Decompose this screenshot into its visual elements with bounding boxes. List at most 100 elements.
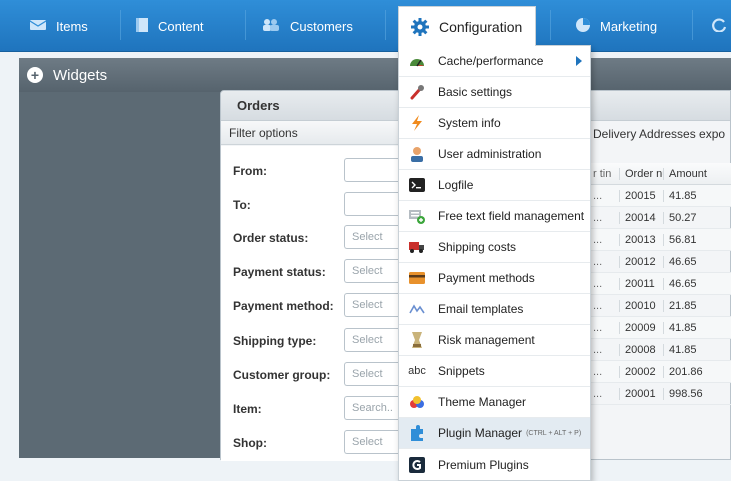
cell: ... bbox=[593, 189, 603, 202]
delivery-addresses-export-tab[interactable]: Delivery Addresses expo bbox=[591, 124, 731, 144]
menu-item-plugin-manager[interactable]: Plugin Manager (CTRL + ALT + P) bbox=[399, 418, 590, 449]
menu-item-label: Basic settings bbox=[438, 85, 513, 99]
text-field-icon bbox=[409, 208, 425, 224]
menu-item-system-info[interactable]: System info bbox=[399, 108, 590, 139]
nav-more[interactable] bbox=[712, 0, 727, 52]
menu-item-label: Shipping costs bbox=[438, 240, 517, 254]
filter-panel: From: To: Order status: Select Payment s… bbox=[221, 146, 399, 461]
menu-item-label: Logfile bbox=[438, 178, 474, 192]
amount-cell: 46.65 bbox=[663, 255, 713, 268]
nav-divider bbox=[120, 10, 121, 40]
order-status-select[interactable]: Select bbox=[344, 225, 399, 249]
table-row[interactable]: ... 20001 998.56 bbox=[591, 383, 731, 405]
order-number-cell: 20009 bbox=[619, 321, 663, 334]
menu-item-label: Theme Manager bbox=[438, 395, 527, 409]
menu-item-free-text-field-management[interactable]: Free text field management bbox=[399, 201, 590, 232]
menu-item-theme-manager[interactable]: Theme Manager bbox=[399, 387, 590, 418]
plus-icon[interactable]: + bbox=[27, 67, 43, 83]
menu-item-user-administration[interactable]: User administration bbox=[399, 139, 590, 170]
lightning-icon bbox=[409, 115, 425, 131]
table-row[interactable]: ... 20011 46.65 bbox=[591, 273, 731, 295]
order-number-cell: 20008 bbox=[619, 343, 663, 356]
menu-item-logfile[interactable]: Logfile bbox=[399, 170, 590, 201]
menu-item-label: Free text field management bbox=[438, 209, 585, 223]
order-number-cell: 20012 bbox=[619, 255, 663, 268]
menu-item-label: Payment methods bbox=[438, 271, 535, 285]
cell: ... bbox=[593, 211, 603, 224]
filter-options-header[interactable]: Filter options bbox=[221, 121, 399, 145]
order-number-cell: 20010 bbox=[619, 299, 663, 312]
refresh-icon bbox=[712, 17, 727, 35]
filter-label-shipping-type: Shipping type: bbox=[233, 334, 317, 348]
shop-select[interactable]: Select bbox=[344, 430, 399, 454]
to-date-input[interactable] bbox=[344, 192, 399, 216]
menu-item-shipping-costs[interactable]: Shipping costs bbox=[399, 232, 590, 263]
amount-cell: 56.81 bbox=[663, 233, 713, 246]
content-icon bbox=[136, 17, 148, 35]
from-date-input[interactable] bbox=[344, 158, 399, 182]
wrench-icon bbox=[409, 84, 425, 100]
nav-configuration-label: Configuration bbox=[439, 18, 523, 35]
menu-item-cache-performance[interactable]: Cache/performance bbox=[399, 46, 590, 77]
widgets-bar[interactable]: + Widgets bbox=[19, 58, 731, 92]
order-number-cell: 20014 bbox=[619, 211, 663, 224]
order-number-cell: 20015 bbox=[619, 189, 663, 202]
cell: ... bbox=[593, 321, 603, 334]
terminal-icon bbox=[409, 177, 425, 193]
configuration-menu: Cache/performance Basic settings System … bbox=[398, 45, 591, 481]
menu-item-email-templates[interactable]: Email templates bbox=[399, 294, 590, 325]
column-header[interactable]: r tin bbox=[591, 168, 619, 180]
payment-status-select[interactable]: Select bbox=[344, 259, 399, 283]
shipping-type-select[interactable]: Select bbox=[344, 328, 399, 352]
nav-content[interactable]: Content bbox=[136, 0, 204, 52]
column-header-order-number[interactable]: Order nu bbox=[619, 167, 663, 180]
item-search-input[interactable]: Search.. bbox=[344, 396, 399, 420]
orders-table: r tin Order nu Amount ...2001541.85 ...2… bbox=[591, 163, 731, 405]
table-row[interactable]: ... 20014 50.27 bbox=[591, 207, 731, 229]
filter-label-item: Item: bbox=[233, 402, 262, 416]
cell: ... bbox=[593, 343, 603, 356]
table-row[interactable]: ... 20013 56.81 bbox=[591, 229, 731, 251]
table-row[interactable]: ... 20010 21.85 bbox=[591, 295, 731, 317]
email-template-icon bbox=[409, 301, 425, 317]
nav-content-label: Content bbox=[158, 18, 204, 34]
menu-item-label: Premium Plugins bbox=[438, 457, 529, 472]
amount-cell: 998.56 bbox=[663, 387, 713, 400]
table-row[interactable]: ... 20015 41.85 bbox=[591, 185, 731, 207]
menu-item-premium-plugins[interactable]: Premium Plugins bbox=[399, 449, 590, 480]
customer-group-select[interactable]: Select bbox=[344, 362, 399, 386]
nav-divider bbox=[692, 10, 693, 40]
menu-item-payment-methods[interactable]: Payment methods bbox=[399, 263, 590, 294]
table-row[interactable]: ... 20008 41.85 bbox=[591, 339, 731, 361]
table-row[interactable]: ... 20012 46.65 bbox=[591, 251, 731, 273]
order-number-cell: 20011 bbox=[619, 277, 663, 290]
customers-icon bbox=[262, 18, 280, 34]
filter-label-customer-group: Customer group: bbox=[233, 368, 331, 382]
menu-item-risk-management[interactable]: Risk management bbox=[399, 325, 590, 356]
filter-label-from: From: bbox=[233, 164, 267, 178]
nav-items[interactable]: Items bbox=[29, 0, 88, 52]
nav-divider bbox=[385, 10, 386, 40]
table-row[interactable]: ... 20002 201.86 bbox=[591, 361, 731, 383]
speedometer-icon bbox=[409, 53, 425, 69]
amount-cell: 46.65 bbox=[663, 277, 713, 290]
payment-method-select[interactable]: Select bbox=[344, 293, 399, 317]
nav-configuration[interactable]: Configuration bbox=[398, 6, 536, 46]
menu-item-snippets[interactable]: abc Snippets bbox=[399, 356, 590, 387]
cell: ... bbox=[593, 365, 603, 378]
order-number-cell: 20001 bbox=[619, 387, 663, 400]
cell: ... bbox=[593, 299, 603, 312]
table-row[interactable]: ... 20009 41.85 bbox=[591, 317, 731, 339]
menu-item-basic-settings[interactable]: Basic settings bbox=[399, 77, 590, 108]
order-number-cell: 20013 bbox=[619, 233, 663, 246]
menu-item-label: Plugin Manager bbox=[438, 426, 523, 440]
column-header-amount[interactable]: Amount bbox=[663, 167, 713, 180]
theme-icon bbox=[409, 394, 425, 410]
filter-label-order-status: Order status: bbox=[233, 231, 309, 245]
cell: ... bbox=[593, 387, 603, 400]
chevron-right-icon bbox=[576, 56, 582, 66]
menu-item-label: Snippets bbox=[438, 364, 485, 378]
nav-customers[interactable]: Customers bbox=[262, 0, 353, 52]
risk-icon bbox=[409, 332, 425, 348]
cell: ... bbox=[593, 277, 603, 290]
